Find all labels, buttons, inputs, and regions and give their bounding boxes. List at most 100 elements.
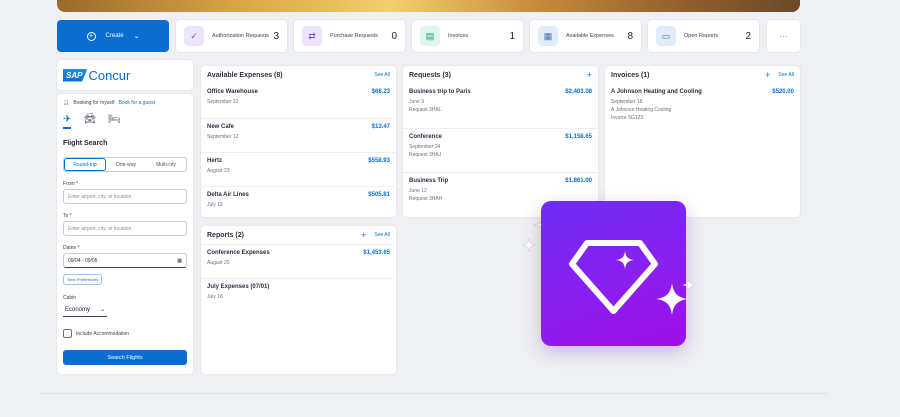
plus-icon: + (86, 31, 96, 41)
create-button[interactable]: + Create ⌄ (57, 20, 169, 52)
list-item[interactable]: A Johnson Heating and Cooling $520.00 Se… (605, 84, 800, 130)
car-icon[interactable]: 🚘︎ (83, 114, 96, 129)
item-name: July Expenses (07/01) (207, 284, 270, 290)
reports-card: Reports (2) + See All Conference Expense… (201, 226, 396, 374)
trip-round-trip[interactable]: Round-trip (64, 158, 106, 171)
tile-label: Purchase Requests (330, 33, 378, 39)
item-amount: $520.00 (772, 89, 794, 95)
app-icon-badge (541, 201, 686, 346)
tile-authorization-requests[interactable]: ✓ Authorization Requests 3 (176, 20, 287, 52)
brand-logo: SAP Concur (57, 60, 193, 90)
person-icon: 👤︎ (63, 100, 70, 106)
tile-invoices[interactable]: ▤ Invoices 1 (412, 20, 523, 52)
item-reference: Request 3HAL (409, 107, 442, 113)
card-title: Invoices (1) (611, 71, 650, 79)
tile-available-expenses[interactable]: ▦ Available Expenses 8 (530, 20, 641, 52)
requests-card: Requests (3) + Business trip to Paris $2… (403, 66, 598, 217)
arrows-icon: ⇄ (302, 26, 322, 46)
item-amount: $1,453.65 (363, 250, 390, 256)
more-button[interactable]: ··· (767, 20, 800, 52)
see-all-link[interactable]: See All (374, 72, 390, 78)
list-item[interactable]: Delta Air Lines $505.81 July 12 (201, 186, 396, 217)
item-amount: $1,861.00 (565, 178, 592, 184)
to-input[interactable]: Enter airport, city, or location (63, 221, 187, 236)
hotel-bed-icon[interactable]: 🛏︎ (108, 114, 121, 129)
item-amount: $2,403.08 (565, 89, 592, 95)
dates-input[interactable]: 09/04 - 09/05 ▦ (63, 253, 187, 268)
check-icon: ✓ (184, 26, 204, 46)
item-date: June 12 (409, 188, 427, 194)
divider (40, 393, 828, 394)
travel-mode-tabs: ✈ 🚘︎ 🛏︎ (63, 114, 187, 132)
card-title: Requests (3) (409, 71, 452, 79)
card-title: Available Expenses (8) (207, 71, 283, 79)
item-date: September 18 (611, 99, 643, 105)
sparkle-icon (683, 279, 695, 291)
expense-icon: ▦ (538, 26, 558, 46)
dates-value: 09/04 - 09/05 (68, 257, 98, 264)
item-date: July 12 (207, 202, 223, 208)
add-icon[interactable]: + (361, 230, 366, 240)
item-amount: $13.47 (371, 124, 390, 130)
tile-label: Open Reports (684, 33, 719, 39)
booking-for-label: Booking for myself (73, 100, 115, 106)
more-icon: ··· (779, 31, 788, 41)
item-date: September 12 (207, 134, 239, 140)
list-item[interactable]: Conference Expenses $1,453.65 August 20 (201, 244, 396, 278)
trip-type-toggle: Round-trip One-way Multi-city (63, 157, 187, 172)
add-icon[interactable]: + (587, 70, 592, 80)
from-input[interactable]: Enter airport, city, or location (63, 189, 187, 204)
calendar-icon[interactable]: ▦ (177, 258, 182, 264)
tile-open-reports[interactable]: ▭ Open Reports 2 (648, 20, 759, 52)
item-amount: $558.93 (368, 158, 390, 164)
tile-count: 1 (509, 30, 515, 42)
trip-multi-city[interactable]: Multi-city (146, 158, 186, 171)
list-item[interactable]: Hertz $558.93 August 23 (201, 152, 396, 186)
item-date: August 23 (207, 168, 230, 174)
book-for-guest-link[interactable]: Book for a guest (119, 100, 155, 106)
flight-search-title: Flight Search (63, 140, 108, 147)
concur-wordmark: Concur (88, 67, 131, 83)
plane-icon[interactable]: ✈ (63, 114, 72, 129)
include-accommodation-checkbox[interactable] (63, 329, 72, 338)
see-all-link[interactable]: See All (778, 72, 794, 78)
list-item[interactable]: New Cafe $13.47 September 12 (201, 118, 396, 152)
trip-one-way[interactable]: One-way (106, 158, 146, 171)
see-all-link[interactable]: See All (374, 232, 390, 238)
search-flights-button[interactable]: Search Flights (63, 350, 187, 365)
to-label: To * (63, 213, 72, 219)
tile-count: 2 (745, 30, 751, 42)
item-name: Office Warehouse (207, 89, 258, 95)
item-name: New Cafe (207, 124, 235, 130)
list-item[interactable]: July Expenses (07/01) July 16 (201, 278, 396, 312)
list-item[interactable]: Office Warehouse $68.23 September 21 (201, 84, 396, 118)
item-date: July 16 (207, 294, 223, 300)
item-name: A Johnson Heating and Cooling (611, 89, 702, 95)
available-expenses-card: Available Expenses (8) See All Office Wa… (201, 66, 396, 217)
item-amount: $505.81 (368, 192, 390, 198)
sap-logo: SAP (63, 68, 88, 82)
header-banner-image (57, 0, 800, 12)
card-title: Reports (2) (207, 231, 244, 239)
list-item[interactable]: Business trip to Paris $2,403.08 June 9 … (403, 84, 598, 128)
tile-purchase-requests[interactable]: ⇄ Purchase Requests 0 (294, 20, 405, 52)
diamond-icon (569, 240, 658, 314)
list-item[interactable]: Conference $1,158.65 September 24 Reques… (403, 128, 598, 172)
folder-icon: ▭ (656, 26, 676, 46)
tile-count: 0 (391, 30, 397, 42)
tile-label: Authorization Requests (212, 33, 269, 39)
time-preferences-button[interactable]: Time Preferences (63, 274, 103, 285)
item-date: August 20 (207, 260, 230, 266)
invoice-icon: ▤ (420, 26, 440, 46)
tile-count: 3 (273, 30, 279, 42)
tile-label: Available Expenses (566, 33, 614, 39)
item-name: Hertz (207, 158, 223, 164)
item-date: September 21 (207, 99, 239, 105)
sparkle-icon (522, 238, 536, 252)
add-icon[interactable]: + (765, 70, 770, 80)
flight-search-panel: 👤︎ Booking for myself Book for a guest ✈… (57, 94, 193, 374)
summary-tiles: + Create ⌄ ✓ Authorization Requests 3 ⇄ … (57, 20, 800, 52)
item-vendor: A Johnson Heating Cooling (611, 107, 672, 113)
dates-label: Dates * (63, 245, 80, 251)
cabin-select[interactable]: Economy ⌄ (63, 303, 107, 317)
